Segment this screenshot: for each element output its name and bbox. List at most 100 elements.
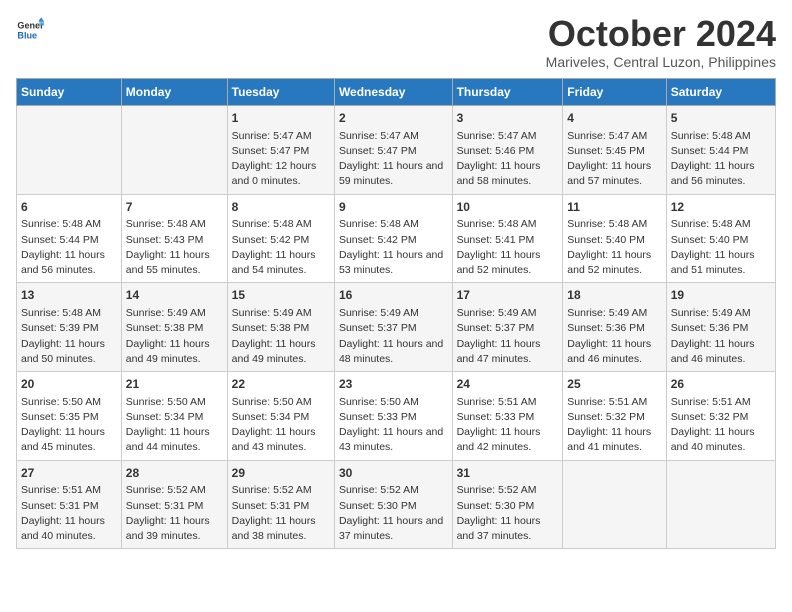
cell-content: Sunrise: 5:52 AMSunset: 5:30 PMDaylight:…	[339, 483, 448, 544]
cell-content: Sunrise: 5:48 AMSunset: 5:42 PMDaylight:…	[232, 217, 330, 278]
calendar-cell: 5Sunrise: 5:48 AMSunset: 5:44 PMDaylight…	[666, 106, 775, 195]
calendar-cell: 19 Sunrise: 5:49 AMSunset: 5:36 PMDayligh…	[666, 283, 775, 372]
calendar-cell: 25Sunrise: 5:51 AMSunset: 5:32 PMDayligh…	[563, 372, 666, 461]
logo: General Blue	[16, 16, 44, 44]
cell-content: Sunrise: 5:48 AMSunset: 5:41 PMDaylight:…	[457, 217, 559, 278]
calendar-cell: 29Sunrise: 5:52 AMSunset: 5:31 PMDayligh…	[227, 460, 334, 549]
calendar-cell: 31Sunrise: 5:52 AMSunset: 5:30 PMDayligh…	[452, 460, 563, 549]
calendar-cell: 9Sunrise: 5:48 AMSunset: 5:42 PMDaylight…	[334, 194, 452, 283]
cell-content: Sunrise: 5:51 AMSunset: 5:32 PMDaylight:…	[567, 395, 661, 456]
day-number: 31	[457, 465, 559, 482]
cell-content: Sunrise: 5:49 AMSunset: 5:37 PMDaylight:…	[339, 306, 448, 367]
cell-content: Sunrise: 5:51 AMSunset: 5:31 PMDaylight:…	[21, 483, 117, 544]
day-number: 20	[21, 376, 117, 393]
day-number: 16	[339, 287, 448, 304]
day-number: 13	[21, 287, 117, 304]
calendar-cell: 2 Sunrise: 5:47 AMSunset: 5:47 PMDaylight…	[334, 106, 452, 195]
day-number: 19	[671, 287, 771, 304]
day-number: 9	[339, 199, 448, 216]
cell-content: Sunrise: 5:48 AMSunset: 5:40 PMDaylight:…	[567, 217, 661, 278]
calendar-cell: 27Sunrise: 5:51 AMSunset: 5:31 PMDayligh…	[17, 460, 122, 549]
cell-content: Sunrise: 5:52 AMSunset: 5:30 PMDaylight:…	[457, 483, 559, 544]
day-number: 22	[232, 376, 330, 393]
calendar-cell: 15 Sunrise: 5:49 AMSunset: 5:38 PMDayligh…	[227, 283, 334, 372]
cell-content: Sunrise: 5:49 AMSunset: 5:36 PMDaylight:…	[567, 306, 661, 367]
cell-content: Sunrise: 5:48 AMSunset: 5:39 PMDaylight:…	[21, 306, 117, 367]
calendar-cell	[17, 106, 122, 195]
day-number: 12	[671, 199, 771, 216]
cell-content: Sunrise: 5:50 AMSunset: 5:34 PMDaylight:…	[232, 395, 330, 456]
weekday-header-wednesday: Wednesday	[334, 79, 452, 106]
calendar-week-row: 27Sunrise: 5:51 AMSunset: 5:31 PMDayligh…	[17, 460, 776, 549]
logo-icon: General Blue	[16, 16, 44, 44]
cell-content: Sunrise: 5:48 AMSunset: 5:42 PMDaylight:…	[339, 217, 448, 278]
calendar-cell: 14 Sunrise: 5:49 AMSunset: 5:38 PMDayligh…	[121, 283, 227, 372]
cell-content: Sunrise: 5:47 AMSunset: 5:45 PMDaylight:…	[567, 129, 661, 190]
day-number: 14	[126, 287, 223, 304]
weekday-header-monday: Monday	[121, 79, 227, 106]
cell-content: Sunrise: 5:52 AMSunset: 5:31 PMDaylight:…	[232, 483, 330, 544]
cell-content: Sunrise: 5:50 AMSunset: 5:34 PMDaylight:…	[126, 395, 223, 456]
calendar-cell: 12Sunrise: 5:48 AMSunset: 5:40 PMDayligh…	[666, 194, 775, 283]
calendar-week-row: 13 Sunrise: 5:48 AMSunset: 5:39 PMDayligh…	[17, 283, 776, 372]
day-number: 17	[457, 287, 559, 304]
svg-text:Blue: Blue	[17, 30, 37, 40]
day-number: 10	[457, 199, 559, 216]
calendar-cell: 3Sunrise: 5:47 AMSunset: 5:46 PMDaylight…	[452, 106, 563, 195]
calendar-cell: 8Sunrise: 5:48 AMSunset: 5:42 PMDaylight…	[227, 194, 334, 283]
day-number: 29	[232, 465, 330, 482]
day-number: 2	[339, 110, 448, 127]
calendar-week-row: 20 Sunrise: 5:50 AMSunset: 5:35 PMDayligh…	[17, 372, 776, 461]
calendar-cell: 28Sunrise: 5:52 AMSunset: 5:31 PMDayligh…	[121, 460, 227, 549]
weekday-header-row: SundayMondayTuesdayWednesdayThursdayFrid…	[17, 79, 776, 106]
day-number: 23	[339, 376, 448, 393]
cell-content: Sunrise: 5:52 AMSunset: 5:31 PMDaylight:…	[126, 483, 223, 544]
calendar-cell	[121, 106, 227, 195]
weekday-header-tuesday: Tuesday	[227, 79, 334, 106]
day-number: 7	[126, 199, 223, 216]
day-number: 26	[671, 376, 771, 393]
calendar-cell: 16 Sunrise: 5:49 AMSunset: 5:37 PMDayligh…	[334, 283, 452, 372]
cell-content: Sunrise: 5:51 AMSunset: 5:33 PMDaylight:…	[457, 395, 559, 456]
day-number: 28	[126, 465, 223, 482]
cell-content: Sunrise: 5:51 AMSunset: 5:32 PMDaylight:…	[671, 395, 771, 456]
weekday-header-saturday: Saturday	[666, 79, 775, 106]
cell-content: Sunrise: 5:48 AMSunset: 5:40 PMDaylight:…	[671, 217, 771, 278]
month-title: October 2024	[546, 16, 776, 52]
location: Mariveles, Central Luzon, Philippines	[546, 54, 776, 70]
day-number: 11	[567, 199, 661, 216]
calendar-cell: 21 Sunrise: 5:50 AMSunset: 5:34 PMDayligh…	[121, 372, 227, 461]
title-block: October 2024 Mariveles, Central Luzon, P…	[546, 16, 776, 70]
day-number: 4	[567, 110, 661, 127]
calendar-cell: 7Sunrise: 5:48 AMSunset: 5:43 PMDaylight…	[121, 194, 227, 283]
cell-content: Sunrise: 5:50 AMSunset: 5:33 PMDaylight:…	[339, 395, 448, 456]
day-number: 24	[457, 376, 559, 393]
day-number: 21	[126, 376, 223, 393]
day-number: 27	[21, 465, 117, 482]
calendar-cell: 10Sunrise: 5:48 AMSunset: 5:41 PMDayligh…	[452, 194, 563, 283]
cell-content: Sunrise: 5:47 AMSunset: 5:47 PMDaylight:…	[339, 129, 448, 190]
cell-content: Sunrise: 5:48 AMSunset: 5:44 PMDaylight:…	[21, 217, 117, 278]
calendar-cell	[563, 460, 666, 549]
calendar-cell: 23 Sunrise: 5:50 AMSunset: 5:33 PMDayligh…	[334, 372, 452, 461]
cell-content: Sunrise: 5:49 AMSunset: 5:38 PMDaylight:…	[232, 306, 330, 367]
cell-content: Sunrise: 5:48 AMSunset: 5:44 PMDaylight:…	[671, 129, 771, 190]
cell-content: Sunrise: 5:47 AMSunset: 5:47 PMDaylight:…	[232, 129, 330, 190]
calendar-cell: 30Sunrise: 5:52 AMSunset: 5:30 PMDayligh…	[334, 460, 452, 549]
weekday-header-sunday: Sunday	[17, 79, 122, 106]
calendar-cell: 24 Sunrise: 5:51 AMSunset: 5:33 PMDayligh…	[452, 372, 563, 461]
cell-content: Sunrise: 5:49 AMSunset: 5:36 PMDaylight:…	[671, 306, 771, 367]
weekday-header-friday: Friday	[563, 79, 666, 106]
calendar-cell: 22 Sunrise: 5:50 AMSunset: 5:34 PMDayligh…	[227, 372, 334, 461]
day-number: 8	[232, 199, 330, 216]
day-number: 3	[457, 110, 559, 127]
calendar-cell	[666, 460, 775, 549]
cell-content: Sunrise: 5:49 AMSunset: 5:38 PMDaylight:…	[126, 306, 223, 367]
calendar-table: SundayMondayTuesdayWednesdayThursdayFrid…	[16, 78, 776, 549]
calendar-cell: 1Sunrise: 5:47 AMSunset: 5:47 PMDaylight…	[227, 106, 334, 195]
day-number: 6	[21, 199, 117, 216]
day-number: 15	[232, 287, 330, 304]
cell-content: Sunrise: 5:50 AMSunset: 5:35 PMDaylight:…	[21, 395, 117, 456]
cell-content: Sunrise: 5:48 AMSunset: 5:43 PMDaylight:…	[126, 217, 223, 278]
calendar-cell: 26 Sunrise: 5:51 AMSunset: 5:32 PMDayligh…	[666, 372, 775, 461]
